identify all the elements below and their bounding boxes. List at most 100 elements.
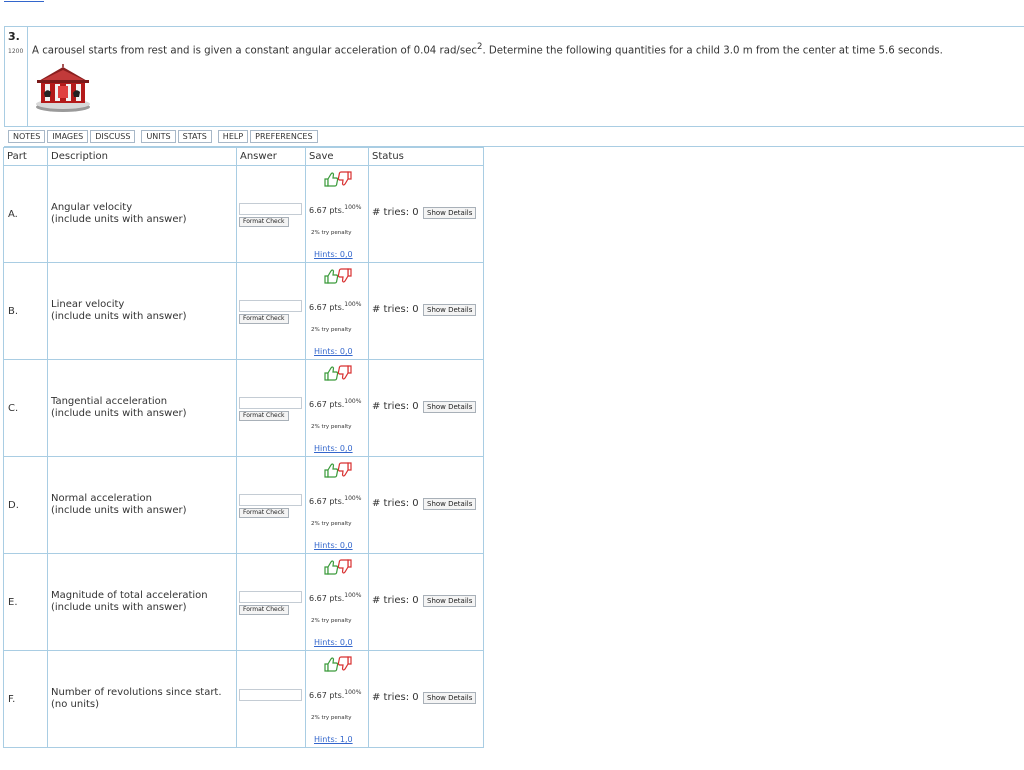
points-percent: 100% xyxy=(344,495,362,502)
part-cell: D. xyxy=(3,456,48,554)
answer-input[interactable] xyxy=(239,397,302,409)
part-cell: F. xyxy=(3,650,48,748)
description-note: (include units with answer) xyxy=(51,602,187,613)
description-cell: Magnitude of total acceleration (include… xyxy=(47,553,237,651)
tries-count: # tries: 0 xyxy=(372,595,419,606)
thumbs-down-icon[interactable] xyxy=(337,559,352,574)
hints-link[interactable]: Hints: 0,0 xyxy=(314,638,353,647)
answer-cell: Format Check xyxy=(236,553,306,651)
show-details-button[interactable]: Show Details xyxy=(423,692,477,704)
points-text: 6.67 pts. xyxy=(309,303,345,312)
save-cell: 6.67 pts.100% 2% try penalty Hints: 0,0 xyxy=(305,262,369,360)
answer-input[interactable] xyxy=(239,591,302,603)
discuss-button[interactable]: DISCUSS xyxy=(90,130,136,143)
problem-number-column: 3. 1200 xyxy=(5,27,28,126)
thumbs-down-icon[interactable] xyxy=(337,268,352,283)
carousel-image xyxy=(36,64,90,112)
thumbs-down-icon[interactable] xyxy=(337,656,352,671)
tries-count: # tries: 0 xyxy=(372,207,419,218)
images-button[interactable]: IMAGES xyxy=(47,130,89,143)
top-link[interactable] xyxy=(4,0,44,2)
save-icons xyxy=(324,462,352,478)
thumbs-up-icon[interactable] xyxy=(324,560,339,575)
part-letter: A. xyxy=(8,208,18,220)
problem-number: 3. xyxy=(8,30,20,43)
hints-link[interactable]: Hints: 0,0 xyxy=(314,541,353,550)
show-details-button[interactable]: Show Details xyxy=(423,498,477,510)
stats-button[interactable]: STATS xyxy=(177,130,212,143)
show-details-button[interactable]: Show Details xyxy=(423,401,477,413)
save-cell: 6.67 pts.100% 2% try penalty Hints: 0,0 xyxy=(305,553,369,651)
points-text: 6.67 pts. xyxy=(309,691,345,700)
part-description: Magnitude of total acceleration (include… xyxy=(48,590,236,614)
description-note: (include units with answer) xyxy=(51,214,187,225)
thumbs-down-icon[interactable] xyxy=(337,171,352,186)
save-cell: 6.67 pts.100% 2% try penalty Hints: 0,0 xyxy=(305,359,369,457)
points-text: 6.67 pts. xyxy=(309,206,345,215)
answer-cell: Format Check xyxy=(236,359,306,457)
table-row: C. Tangential acceleration (include unit… xyxy=(3,359,484,457)
thumbs-down-icon[interactable] xyxy=(337,365,352,380)
answer-input[interactable] xyxy=(239,689,302,701)
hints-link[interactable]: Hints: 0,0 xyxy=(314,250,353,259)
try-penalty: 2% try penalty xyxy=(311,618,352,624)
description-title: Normal acceleration xyxy=(51,493,152,504)
answer-input[interactable] xyxy=(239,203,302,215)
part-letter: C. xyxy=(8,402,19,414)
header-status: Status xyxy=(368,147,484,166)
show-details-button[interactable]: Show Details xyxy=(423,595,477,607)
save-icons xyxy=(324,656,352,672)
part-description: Linear velocity (include units with answ… xyxy=(48,299,236,323)
part-letter: D. xyxy=(8,499,19,511)
part-letter: B. xyxy=(8,305,19,317)
notes-button[interactable]: NOTES xyxy=(8,130,46,143)
tries-count: # tries: 0 xyxy=(372,498,419,509)
format-check-button[interactable]: Format Check xyxy=(239,508,289,518)
points-percent: 100% xyxy=(344,592,362,599)
status-cell: # tries: 0 Show Details xyxy=(368,650,484,748)
table-row: B. Linear velocity (include units with a… xyxy=(3,262,484,360)
save-cell: 6.67 pts.100% 2% try penalty Hints: 0,0 xyxy=(305,456,369,554)
points-text: 6.67 pts. xyxy=(309,400,345,409)
format-check-button[interactable]: Format Check xyxy=(239,314,289,324)
try-penalty: 2% try penalty xyxy=(311,715,352,721)
table-header-row: Part Description Answer Save Status xyxy=(3,147,484,166)
hints-link[interactable]: Hints: 1,0 xyxy=(314,735,353,744)
try-penalty: 2% try penalty xyxy=(311,230,352,236)
try-penalty: 2% try penalty xyxy=(311,327,352,333)
description-title: Linear velocity xyxy=(51,299,125,310)
table-row: E. Magnitude of total acceleration (incl… xyxy=(3,553,484,651)
thumbs-down-icon[interactable] xyxy=(337,462,352,477)
answer-input[interactable] xyxy=(239,300,302,312)
description-title: Tangential acceleration xyxy=(51,396,168,407)
thumbs-up-icon[interactable] xyxy=(324,366,339,381)
show-details-button[interactable]: Show Details xyxy=(423,207,477,219)
format-check-button[interactable]: Format Check xyxy=(239,605,289,615)
format-check-button[interactable]: Format Check xyxy=(239,217,289,227)
preferences-button[interactable]: PREFERENCES xyxy=(250,130,318,143)
points-value: 6.67 pts.100% xyxy=(309,689,361,700)
thumbs-up-icon[interactable] xyxy=(324,269,339,284)
answer-input[interactable] xyxy=(239,494,302,506)
description-title: Magnitude of total acceleration xyxy=(51,590,208,601)
thumbs-up-icon[interactable] xyxy=(324,172,339,187)
description-cell: Linear velocity (include units with answ… xyxy=(47,262,237,360)
table-row: D. Normal acceleration (include units wi… xyxy=(3,456,484,554)
hints-link[interactable]: Hints: 0,0 xyxy=(314,444,353,453)
answer-cell xyxy=(236,650,306,748)
save-icons xyxy=(324,268,352,284)
part-cell: B. xyxy=(3,262,48,360)
help-button[interactable]: HELP xyxy=(217,130,249,143)
units-button[interactable]: UNITS xyxy=(141,130,176,143)
show-details-button[interactable]: Show Details xyxy=(423,304,477,316)
part-cell: C. xyxy=(3,359,48,457)
toolbar-separator xyxy=(137,130,139,143)
thumbs-up-icon[interactable] xyxy=(324,463,339,478)
thumbs-up-icon[interactable] xyxy=(324,657,339,672)
tries-count: # tries: 0 xyxy=(372,304,419,315)
hints-link[interactable]: Hints: 0,0 xyxy=(314,347,353,356)
part-letter: F. xyxy=(8,693,16,705)
format-check-button[interactable]: Format Check xyxy=(239,411,289,421)
problem-statement: A carousel starts from rest and is given… xyxy=(32,42,943,56)
tries-count: # tries: 0 xyxy=(372,692,419,703)
